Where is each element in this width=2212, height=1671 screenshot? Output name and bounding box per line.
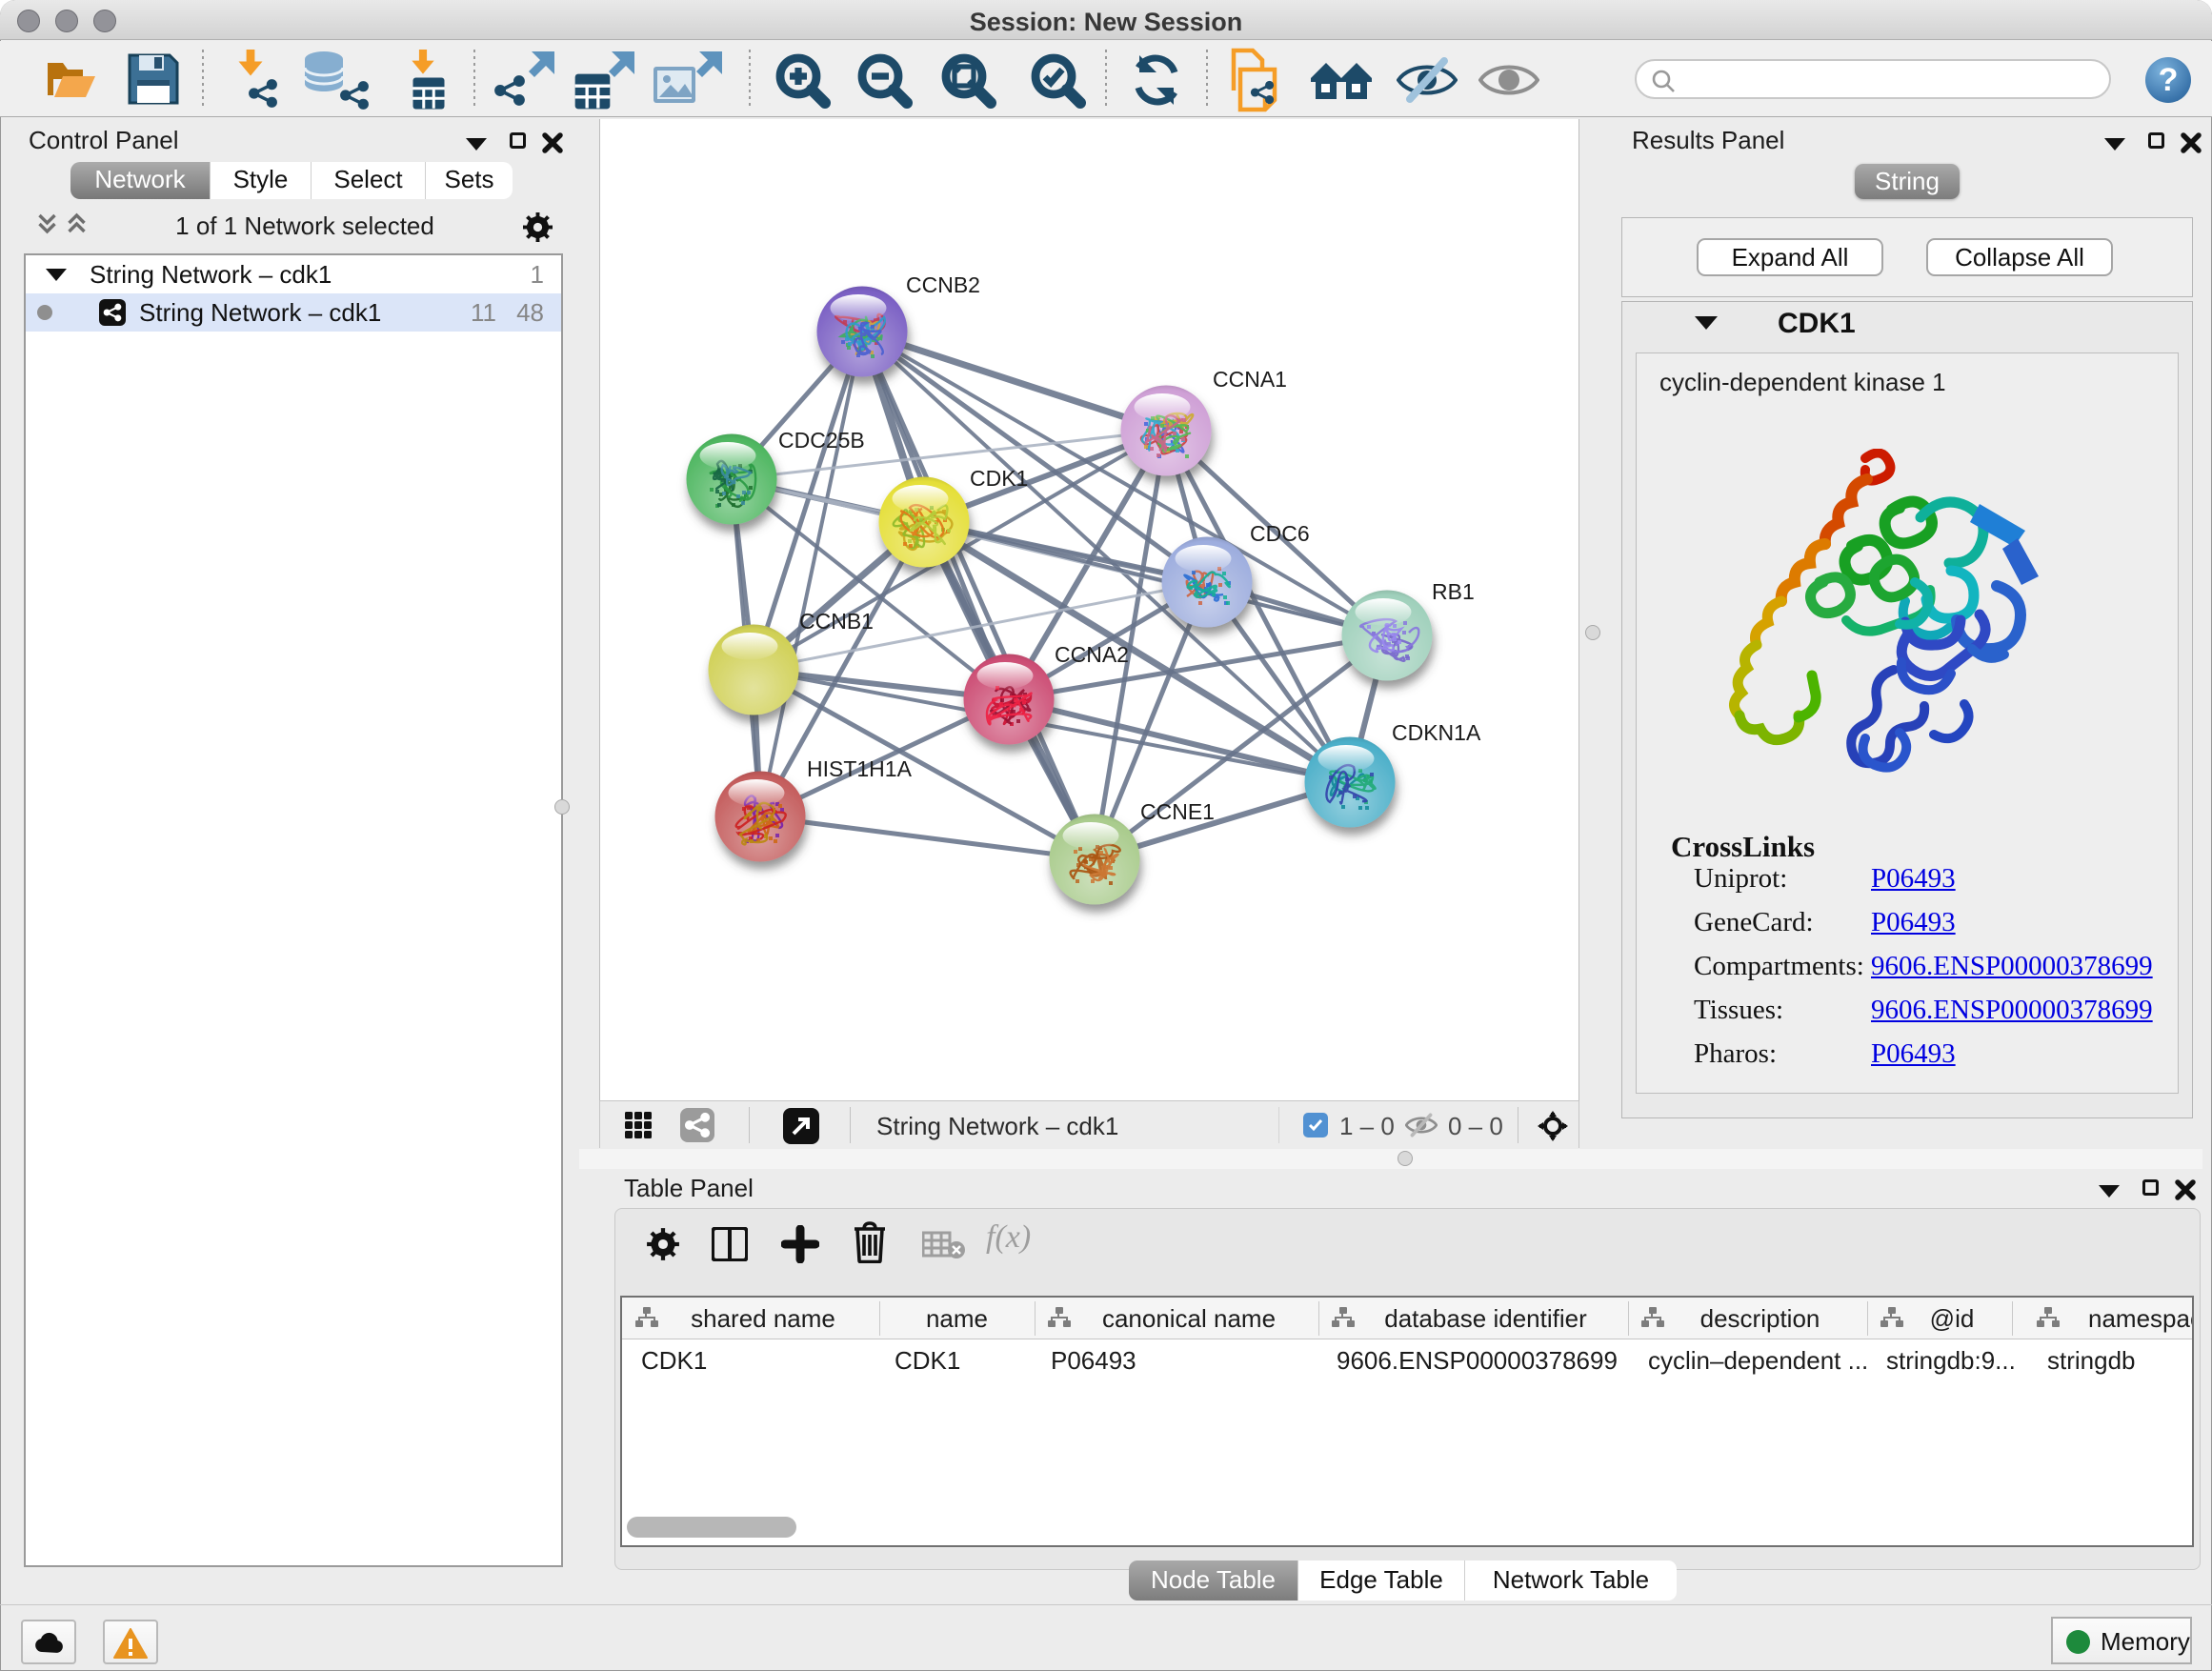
svg-text:CCNB1: CCNB1 — [799, 609, 874, 634]
svg-text:CDC6: CDC6 — [1250, 521, 1310, 546]
svg-text:HIST1H1A: HIST1H1A — [807, 756, 913, 781]
svg-text:CCNB2: CCNB2 — [906, 272, 980, 297]
svg-text:CCNA2: CCNA2 — [1055, 642, 1129, 667]
svg-text:CDKN1A: CDKN1A — [1392, 720, 1481, 745]
svg-text:CDK1: CDK1 — [970, 466, 1028, 491]
svg-text:CCNE1: CCNE1 — [1140, 799, 1215, 824]
svg-text:CDC25B: CDC25B — [778, 428, 865, 453]
svg-text:RB1: RB1 — [1432, 579, 1475, 604]
svg-text:CCNA1: CCNA1 — [1213, 367, 1287, 392]
